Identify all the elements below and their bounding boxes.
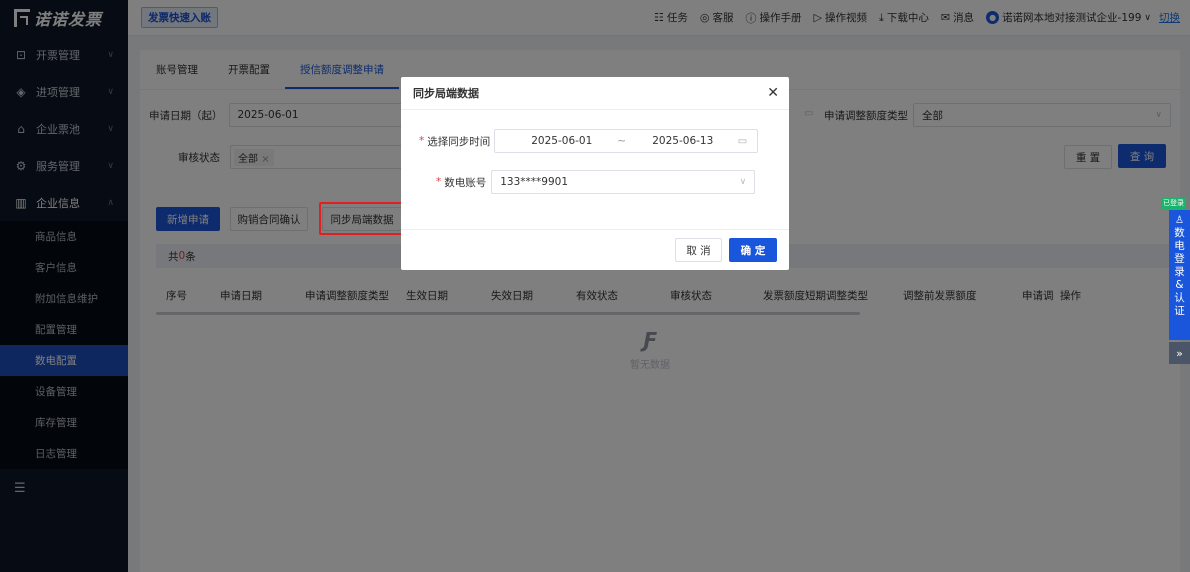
account-value: 133****9901 (500, 176, 569, 188)
sync-time-label: 选择同步时间 (427, 135, 491, 148)
cancel-button[interactable]: 取 消 (675, 238, 722, 262)
digital-login-panel[interactable]: 已登录 ♙ 数电登录&认证 (1161, 198, 1190, 340)
modal-title: 同步局端数据 (413, 87, 479, 100)
required-mark: * (419, 135, 425, 147)
expand-icon[interactable]: » (1169, 342, 1190, 364)
sync-data-modal: 同步局端数据 ✕ * 选择同步时间 2025-06-01 ~ 2025-06-1… (401, 77, 789, 270)
range-separator: ~ (617, 135, 627, 147)
account-select[interactable]: 133****9901 ∨ (491, 170, 756, 194)
calendar-icon: ▭ (737, 135, 748, 147)
digital-login-text: 数电登录&认证 (1174, 227, 1185, 317)
end-date-input[interactable]: 2025-06-13 (652, 135, 713, 147)
app-root: 诺诺发票 ⊡ 开票管理 ∨ ◈ 进项管理 ∨ ⌂ 企业票池 ∨ ⚙ 服务管理 ∨… (0, 0, 1190, 572)
modal-header: 同步局端数据 ✕ (401, 77, 789, 110)
chevron-down-icon: ∨ (739, 177, 747, 187)
confirm-button[interactable]: 确 定 (729, 238, 777, 262)
user-check-icon: ♙ (1175, 215, 1184, 226)
required-mark: * (436, 176, 442, 188)
account-row: * 数电账号 133****9901 ∨ (436, 170, 756, 194)
logged-in-badge: 已登录 (1161, 198, 1186, 209)
sync-button-highlight (319, 202, 403, 235)
modal-footer: 取 消 确 定 (401, 229, 789, 270)
close-icon[interactable]: ✕ (767, 85, 779, 101)
sync-date-range-picker[interactable]: 2025-06-01 ~ 2025-06-13 ▭ (494, 129, 759, 153)
sync-time-row: * 选择同步时间 2025-06-01 ~ 2025-06-13 ▭ (419, 129, 759, 153)
start-date-input[interactable]: 2025-06-01 (531, 135, 592, 147)
account-label: 数电账号 (444, 176, 487, 189)
